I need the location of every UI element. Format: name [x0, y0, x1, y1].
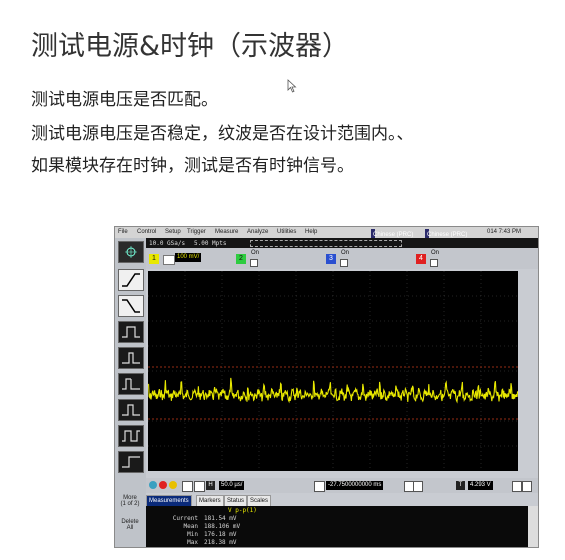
menu-setup[interactable]: Setup	[165, 229, 181, 235]
trigger-t-icon[interactable]: T	[456, 481, 465, 490]
trigger-down-button[interactable]	[522, 481, 532, 492]
left-toolbar: More (1 of 2) Delete All	[115, 238, 146, 547]
menu-utilities[interactable]: Utilities	[277, 229, 296, 235]
trigger-up-button[interactable]	[512, 481, 522, 492]
channel-3-button[interactable]: 3	[326, 254, 336, 264]
more-button[interactable]: More (1 of 2)	[118, 495, 142, 507]
run-control-icon[interactable]	[149, 481, 157, 489]
graticule	[148, 271, 518, 471]
channel-4-button[interactable]: 4	[416, 254, 426, 264]
channel-1-trace	[148, 377, 518, 404]
pulse-train-icon[interactable]	[118, 399, 144, 421]
timebase-field[interactable]: 50.0 µs/	[219, 481, 245, 490]
menu-bar: File Control Setup Trigger Measure Analy…	[115, 227, 538, 238]
stop-control-icon[interactable]	[159, 481, 167, 489]
channel-bar: 1 100 mV/ 2 On 3 On 4 On	[146, 248, 538, 269]
pulse-narrow-icon[interactable]	[118, 347, 144, 369]
bullet-voltage-match: 测试电源电压是否匹配。	[31, 90, 218, 110]
waveform-display[interactable]	[148, 271, 518, 471]
clock-display: 014 7:43 PM	[487, 229, 522, 235]
bullet-voltage-stable: 测试电源电压是否稳定，纹波是否在设计范围内。、	[31, 124, 414, 144]
channel-2-button[interactable]: 2	[236, 254, 246, 264]
channel-1-button[interactable]: 1	[149, 254, 159, 264]
menu-measure[interactable]: Measure	[215, 229, 238, 235]
channel-4-checkbox[interactable]	[430, 259, 438, 267]
channel-2-state: On	[251, 250, 260, 256]
timebase-controls: H 50.0 µs/ -27.7500000000 ms T 4.293 V	[146, 478, 538, 493]
menu-help[interactable]: Help	[305, 229, 317, 235]
channel-4-state: On	[431, 250, 440, 256]
delete-all-button[interactable]: Delete All	[118, 519, 142, 531]
measurement-tabs: Measurements Markers Status Scales	[146, 495, 538, 507]
menu-file[interactable]: File	[118, 229, 128, 235]
channel-3-checkbox[interactable]	[340, 259, 348, 267]
ramp-down-icon[interactable]	[118, 295, 144, 317]
autoscale-icon[interactable]	[182, 481, 193, 492]
single-control-icon[interactable]	[169, 481, 177, 489]
menu-control[interactable]: Control	[137, 229, 156, 235]
pulse-width-icon[interactable]	[118, 321, 144, 343]
delay-icon[interactable]	[314, 481, 325, 492]
menu-analyze[interactable]: Analyze	[247, 229, 268, 235]
delay-field[interactable]: -27.7500000000 ms	[326, 481, 384, 490]
slide-title: 测试电源&时钟（示波器）	[31, 31, 350, 62]
mouse-cursor-icon	[287, 79, 297, 93]
step-edge-icon[interactable]	[118, 373, 144, 395]
delay-next-button[interactable]	[413, 481, 423, 492]
measurement-header: V p-p(1)	[228, 507, 257, 514]
horizontal-h-icon[interactable]: H	[206, 481, 215, 490]
channel-3-state: On	[341, 250, 350, 256]
oscilloscope-window: File Control Setup Trigger Measure Analy…	[114, 226, 539, 548]
channel-1-scale[interactable]: 100 mV/	[175, 253, 202, 262]
memory-bar	[250, 240, 402, 247]
measurement-scrollbar[interactable]	[528, 506, 538, 547]
channel-2-checkbox[interactable]	[250, 259, 258, 267]
trigger-level-field[interactable]: 4.293 V	[468, 481, 493, 490]
language-selector-1[interactable]: Chinese (PRC)	[371, 229, 413, 238]
channel-1-indicator[interactable]	[163, 255, 175, 265]
ramp-up-icon[interactable]	[118, 269, 144, 291]
edge-trigger-icon[interactable]	[118, 451, 144, 473]
square-wave-icon[interactable]	[118, 425, 144, 447]
default-setup-icon[interactable]	[194, 481, 205, 492]
acquisition-status: 10.0 GSa/s 5.00 Mpts	[146, 238, 538, 248]
scope-logo-icon[interactable]	[118, 241, 144, 263]
measurement-results: V p-p(1) Current 181.54 mV Mean 188.106 …	[146, 506, 528, 547]
menu-trigger[interactable]: Trigger	[187, 229, 206, 235]
bullet-clock-signal: 如果模块存在时钟，测试是否有时钟信号。	[31, 156, 354, 176]
language-selector-2[interactable]: Chinese (PRC)	[425, 229, 467, 238]
